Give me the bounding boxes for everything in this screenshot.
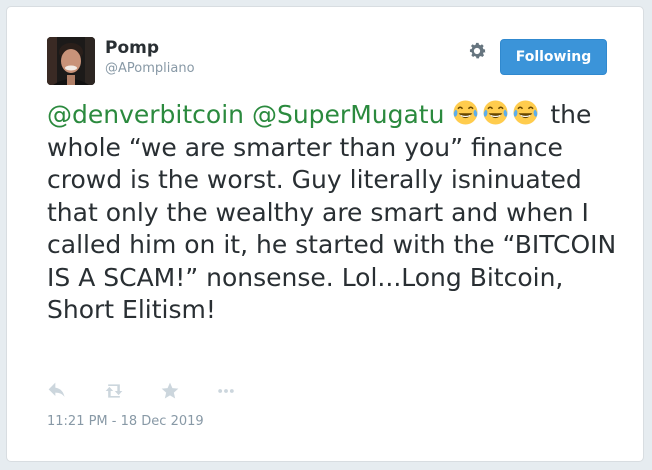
laughing-crying-emoji-icon bbox=[483, 100, 508, 125]
laughing-crying-emoji-icon bbox=[453, 100, 478, 125]
mention-denverbitcoin[interactable]: @denverbitcoin bbox=[47, 100, 244, 129]
user-display-name[interactable]: Pomp bbox=[105, 38, 159, 58]
favorite-star-icon[interactable] bbox=[160, 381, 182, 403]
laughing-crying-emoji-icon bbox=[513, 100, 538, 125]
avatar-photo-icon bbox=[47, 37, 95, 85]
tweet-text: @denverbitcoin @SuperMugatu the whole “w… bbox=[47, 99, 627, 327]
retweet-icon[interactable] bbox=[103, 381, 125, 403]
tweet-body: the whole “we are smarter than you” fina… bbox=[47, 100, 617, 324]
gear-icon[interactable] bbox=[466, 40, 488, 62]
following-button[interactable]: Following bbox=[500, 39, 607, 75]
user-handle[interactable]: @APompliano bbox=[105, 61, 195, 76]
tweet-card: Pomp @APompliano Following @denverbitcoi… bbox=[6, 6, 644, 462]
emoji-group bbox=[452, 100, 542, 129]
reply-icon[interactable] bbox=[47, 381, 69, 403]
more-dots-icon[interactable] bbox=[215, 381, 237, 403]
mention-supermugatu[interactable]: @SuperMugatu bbox=[252, 100, 445, 129]
avatar[interactable] bbox=[47, 37, 95, 85]
tweet-timestamp[interactable]: 11:21 PM - 18 Dec 2019 bbox=[47, 414, 204, 429]
